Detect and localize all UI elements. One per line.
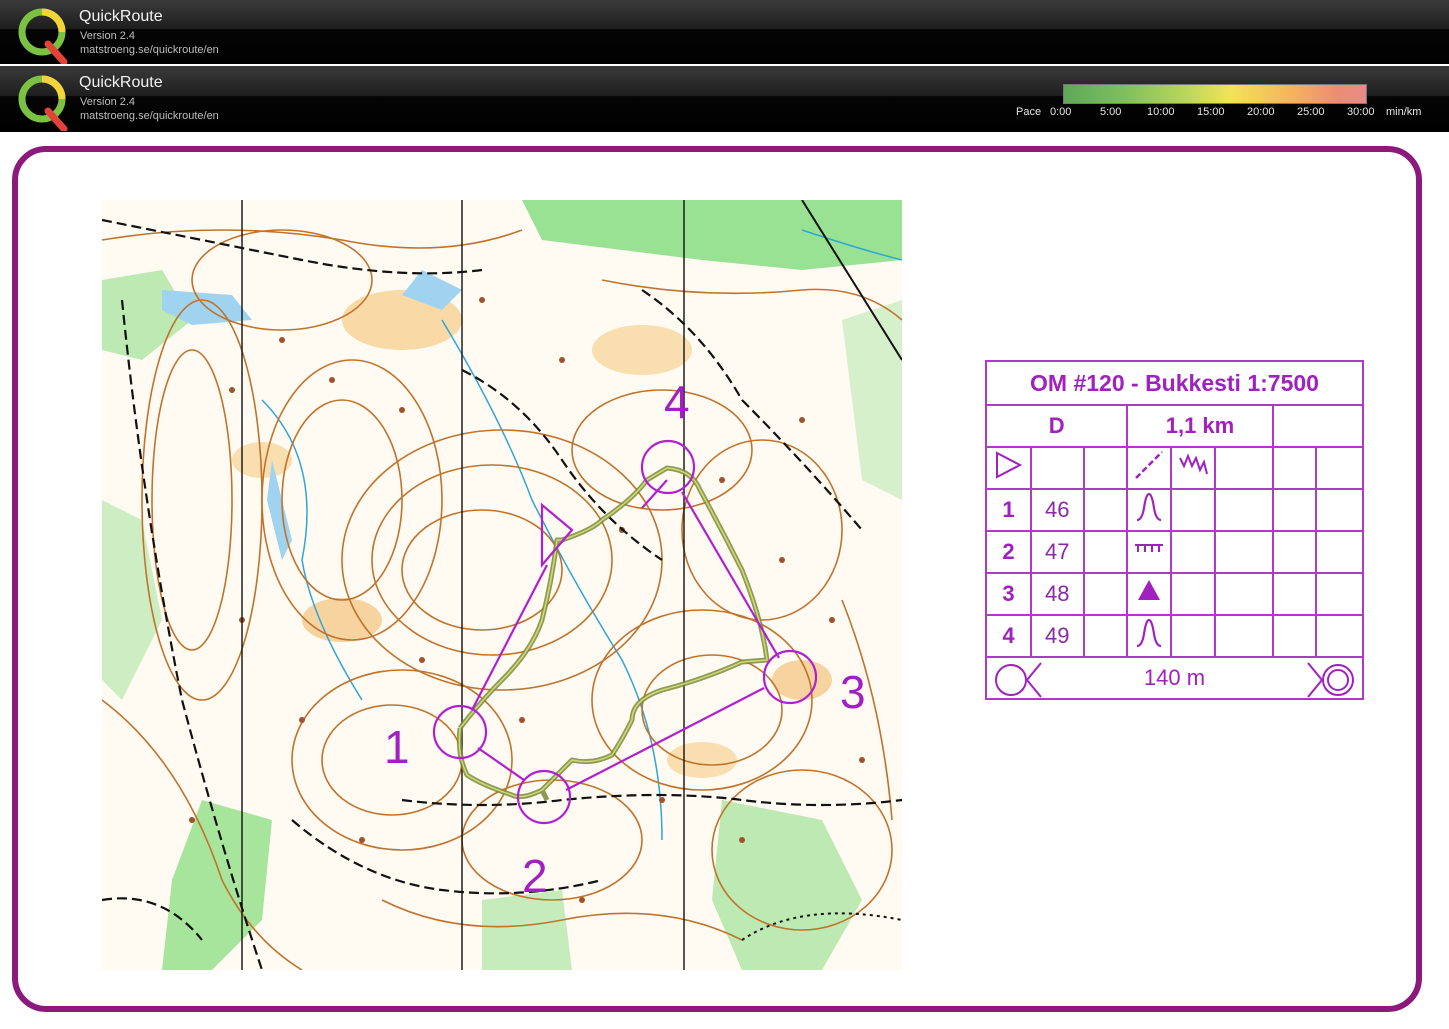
- pace-tick: 25:00: [1297, 106, 1325, 118]
- pace-tick: 5:00: [1100, 106, 1122, 118]
- feature-cell: [1126, 530, 1173, 574]
- empty-cell: [1271, 530, 1318, 574]
- pace-tick: 20:00: [1247, 106, 1275, 118]
- empty-cell: [1315, 446, 1364, 490]
- control-row: 1 46: [985, 488, 1364, 532]
- empty-cell: [1271, 446, 1318, 490]
- knoll-icon: [1137, 618, 1162, 648]
- empty-cell: [1170, 530, 1217, 574]
- pace-label: Pace: [1016, 106, 1042, 118]
- empty-cell: [1315, 530, 1364, 574]
- empty-cell: [1271, 404, 1365, 448]
- control-row: 4 49: [985, 614, 1364, 658]
- control-description-sheet: OM #120 - Bukkesti 1:7500 D 1,1 km 1 46 …: [984, 360, 1365, 716]
- empty-cell: [1082, 614, 1129, 658]
- control-number-3: 3: [840, 666, 866, 718]
- empty-cell: [1214, 488, 1274, 532]
- control-code: 49: [1029, 614, 1085, 658]
- app-header-1: QuickRoute Version 2.4 matstroeng.se/qui…: [0, 0, 1449, 64]
- control-number: 2: [985, 530, 1032, 574]
- pace-tick: 15:00: [1197, 106, 1225, 118]
- finish-start-icon: [995, 662, 1042, 698]
- control-number: 1: [985, 488, 1032, 532]
- course-title: OM #120 - Bukkesti 1:7500: [985, 360, 1364, 406]
- empty-cell: [1214, 572, 1274, 616]
- app-version: Version 2.4: [80, 30, 136, 42]
- empty-cell: [1029, 446, 1085, 490]
- feature-cell: [1126, 572, 1173, 616]
- empty-cell: [1271, 488, 1318, 532]
- knoll-icon: [1137, 492, 1162, 522]
- control-code: 48: [1029, 572, 1085, 616]
- control-number-2: 2: [522, 850, 548, 902]
- control-row: 2 47: [985, 530, 1364, 574]
- pace-tick: 0:00: [1050, 106, 1072, 118]
- empty-cell: [1082, 530, 1129, 574]
- app-url[interactable]: matstroeng.se/quickroute/en: [80, 44, 219, 56]
- empty-cell: [1082, 572, 1129, 616]
- empty-cell: [1214, 446, 1274, 490]
- finish-distance: 140 m: [1143, 665, 1206, 690]
- empty-cell: [1315, 572, 1364, 616]
- control-number-1: 1: [384, 721, 410, 773]
- control-number: 3: [985, 572, 1032, 616]
- control-number: 4: [985, 614, 1032, 658]
- app-url[interactable]: matstroeng.se/quickroute/en: [80, 110, 219, 122]
- empty-cell: [1082, 446, 1129, 490]
- pace-tick: 30:00: [1347, 106, 1375, 118]
- control-code: 47: [1029, 530, 1085, 574]
- quickroute-logo-icon: [18, 8, 68, 64]
- orienteering-map[interactable]: 1 2 3 4: [102, 200, 902, 970]
- empty-cell: [1170, 614, 1217, 658]
- empty-cell: [1082, 488, 1129, 532]
- boulder-icon: [1138, 580, 1161, 600]
- empty-cell: [1170, 488, 1217, 532]
- empty-cell: [1170, 572, 1217, 616]
- pace-legend: Pace 0:00 5:00 10:00 15:00 20:00 25:00 3…: [1016, 84, 1436, 124]
- course-class: D: [984, 404, 1129, 448]
- start-symbol-cell: [985, 446, 1032, 490]
- earth-bank-icon: [1135, 544, 1164, 552]
- path-symbol-cell: [1126, 446, 1173, 490]
- finish-icon: [1307, 662, 1354, 698]
- finish-row: 140 m: [985, 656, 1364, 700]
- path-icon: [1135, 451, 1164, 479]
- quickroute-logo-icon: [18, 75, 68, 131]
- empty-cell: [1271, 572, 1318, 616]
- broken-ground-icon: [1179, 453, 1209, 475]
- empty-cell: [1271, 614, 1318, 658]
- empty-cell: [1214, 614, 1274, 658]
- pace-tick: 10:00: [1147, 106, 1175, 118]
- empty-cell: [1214, 530, 1274, 574]
- course-length: 1,1 km: [1126, 404, 1274, 448]
- terrain-symbol-cell: [1170, 446, 1217, 490]
- empty-cell: [1315, 614, 1364, 658]
- pace-unit: min/km: [1386, 106, 1422, 118]
- app-title: QuickRoute: [79, 8, 163, 25]
- app-title: QuickRoute: [79, 74, 163, 91]
- control-number-4: 4: [664, 376, 690, 428]
- control-code: 46: [1029, 488, 1085, 532]
- feature-cell: [1126, 614, 1173, 658]
- pace-color-scale: [1063, 84, 1367, 104]
- app-version: Version 2.4: [80, 96, 136, 108]
- empty-cell: [1315, 488, 1364, 532]
- feature-cell: [1126, 488, 1173, 532]
- start-triangle-icon: [996, 451, 1023, 479]
- map-canvas[interactable]: 1 2 3 4: [102, 200, 902, 970]
- control-row: 3 48: [985, 572, 1364, 616]
